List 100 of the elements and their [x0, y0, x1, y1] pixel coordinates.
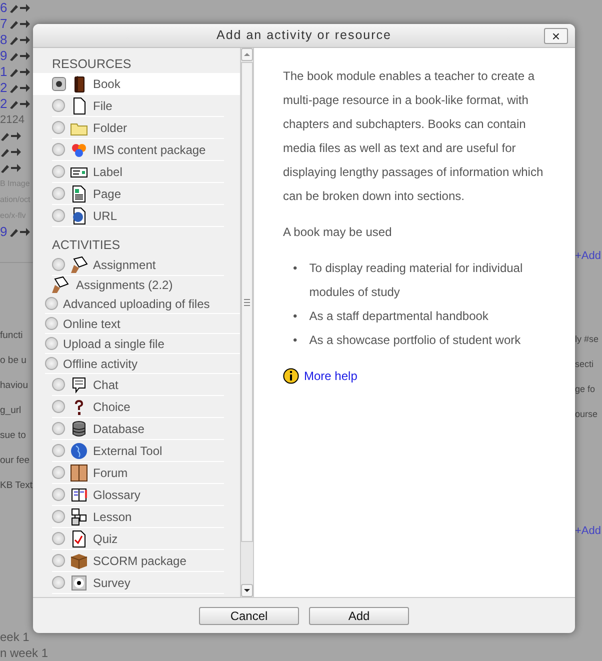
row-number-link[interactable]: 6	[0, 0, 8, 16]
bullet-mark: •	[293, 260, 298, 277]
scroll-thumb[interactable]	[241, 62, 253, 542]
page-text: o be u	[0, 354, 28, 368]
page-text: haviou	[0, 379, 29, 393]
radio-button[interactable]	[52, 143, 65, 156]
radio-button[interactable]	[52, 488, 65, 501]
page-text: functi	[0, 329, 24, 343]
up-arrow-icon	[244, 53, 250, 56]
action-icons[interactable]	[0, 130, 22, 142]
module-option[interactable]: Database	[52, 418, 224, 440]
globe-icon	[70, 442, 88, 460]
page-text: ge fo	[575, 383, 596, 396]
week-label: n week 1	[0, 645, 48, 661]
bullet-mark: •	[293, 308, 298, 325]
row-number-link[interactable]: 8	[0, 32, 8, 48]
hand-paper-icon	[70, 256, 88, 274]
radio-button[interactable]	[45, 317, 58, 330]
section-heading: RESOURCES	[51, 56, 132, 73]
page-text: secti	[575, 358, 595, 371]
subtype-option[interactable]: Online text	[45, 314, 240, 334]
action-icons[interactable]	[9, 82, 32, 94]
radio-button[interactable]	[52, 400, 65, 413]
radio-button[interactable]	[52, 532, 65, 545]
package-icon	[70, 552, 88, 570]
radio-button[interactable]	[45, 337, 58, 350]
radio-button[interactable]	[52, 209, 65, 222]
group-label: Assignments (2.2)	[76, 277, 173, 294]
radio-button[interactable]	[52, 510, 65, 523]
grip-icon	[244, 298, 250, 306]
radio-button[interactable]	[52, 554, 65, 567]
module-option[interactable]: Assignment	[52, 254, 224, 276]
subtype-option[interactable]: Advanced uploading of files	[45, 294, 240, 314]
module-option[interactable]: Book	[33, 73, 240, 95]
open-book-icon	[70, 486, 88, 504]
radio-button[interactable]	[45, 357, 58, 370]
close-button[interactable]: ×	[544, 28, 568, 44]
scrollbar[interactable]	[240, 48, 254, 597]
page-text: ourse	[575, 408, 599, 421]
module-option[interactable]: Forum	[52, 462, 224, 484]
subtype-option[interactable]: Offline activity	[45, 354, 240, 374]
row-number-link[interactable]: 1	[0, 64, 8, 80]
action-icons[interactable]	[9, 34, 32, 46]
dialog-title: Add an activity or resource	[216, 27, 392, 44]
database-icon	[70, 420, 88, 438]
action-icons[interactable]	[9, 66, 32, 78]
action-icons[interactable]	[0, 146, 22, 158]
radio-button[interactable]	[52, 378, 65, 391]
module-option[interactable]: External Tool	[52, 440, 224, 462]
action-icons[interactable]	[9, 50, 32, 62]
radio-button[interactable]	[52, 76, 66, 90]
page-text: sue to	[0, 429, 27, 443]
help-link[interactable]: More help	[304, 364, 358, 388]
row-number-link[interactable]: 2	[0, 80, 8, 96]
scroll-down-button[interactable]	[241, 584, 253, 597]
module-option[interactable]: Lesson	[52, 506, 224, 528]
module-option[interactable]: Survey	[52, 572, 224, 594]
module-option[interactable]: Label	[52, 161, 224, 183]
row-number-link[interactable]: 9	[0, 48, 8, 64]
row-number-link[interactable]: 9	[0, 224, 8, 240]
module-option[interactable]: Glossary	[52, 484, 224, 506]
module-option[interactable]: SCORM package	[52, 550, 224, 572]
section-heading: ACTIVITIES	[51, 237, 122, 254]
scroll-up-button[interactable]	[241, 48, 253, 61]
bullet-mark: •	[293, 332, 298, 349]
globe-page-icon	[70, 206, 88, 224]
module-option[interactable]: File	[52, 95, 224, 117]
module-option[interactable]: Chat	[52, 374, 224, 396]
row-number: 2124	[0, 113, 24, 128]
cancel-button[interactable]: Cancel	[199, 606, 299, 624]
bullet-item: To display reading material for individual modules of study	[309, 260, 524, 301]
radio-button[interactable]	[45, 297, 58, 310]
radio-button[interactable]	[52, 165, 65, 178]
radio-button[interactable]	[52, 466, 65, 479]
radio-button[interactable]	[52, 444, 65, 457]
module-option[interactable]: Choice	[52, 396, 224, 418]
radio-button[interactable]	[52, 422, 65, 435]
module-option[interactable]: Quiz	[52, 528, 224, 550]
radio-button[interactable]	[52, 121, 65, 134]
add-button[interactable]: Add	[309, 606, 409, 624]
action-icons[interactable]	[9, 2, 32, 14]
module-option[interactable]: Page	[52, 183, 224, 205]
action-icons[interactable]	[9, 98, 32, 110]
action-icons[interactable]	[9, 18, 32, 30]
action-icons[interactable]	[9, 226, 32, 238]
subtype-option[interactable]: Upload a single file	[45, 334, 240, 354]
row-number-link[interactable]: 2	[0, 96, 8, 112]
module-option[interactable]: IMS content package	[52, 139, 224, 161]
action-icons[interactable]	[0, 162, 22, 174]
radio-button[interactable]	[52, 258, 65, 271]
row-number-link[interactable]: 7	[0, 16, 8, 32]
module-option[interactable]: URL	[52, 205, 224, 227]
page-text: ly #se	[575, 333, 600, 346]
boxes-icon	[70, 508, 88, 526]
bullet-item: As a staff departmental handbook	[309, 308, 488, 325]
radio-button[interactable]	[52, 99, 65, 112]
module-option[interactable]: Folder	[52, 117, 224, 139]
radio-button[interactable]	[52, 187, 65, 200]
description-paragraph: A book may be used	[283, 224, 393, 241]
radio-button[interactable]	[52, 576, 65, 589]
